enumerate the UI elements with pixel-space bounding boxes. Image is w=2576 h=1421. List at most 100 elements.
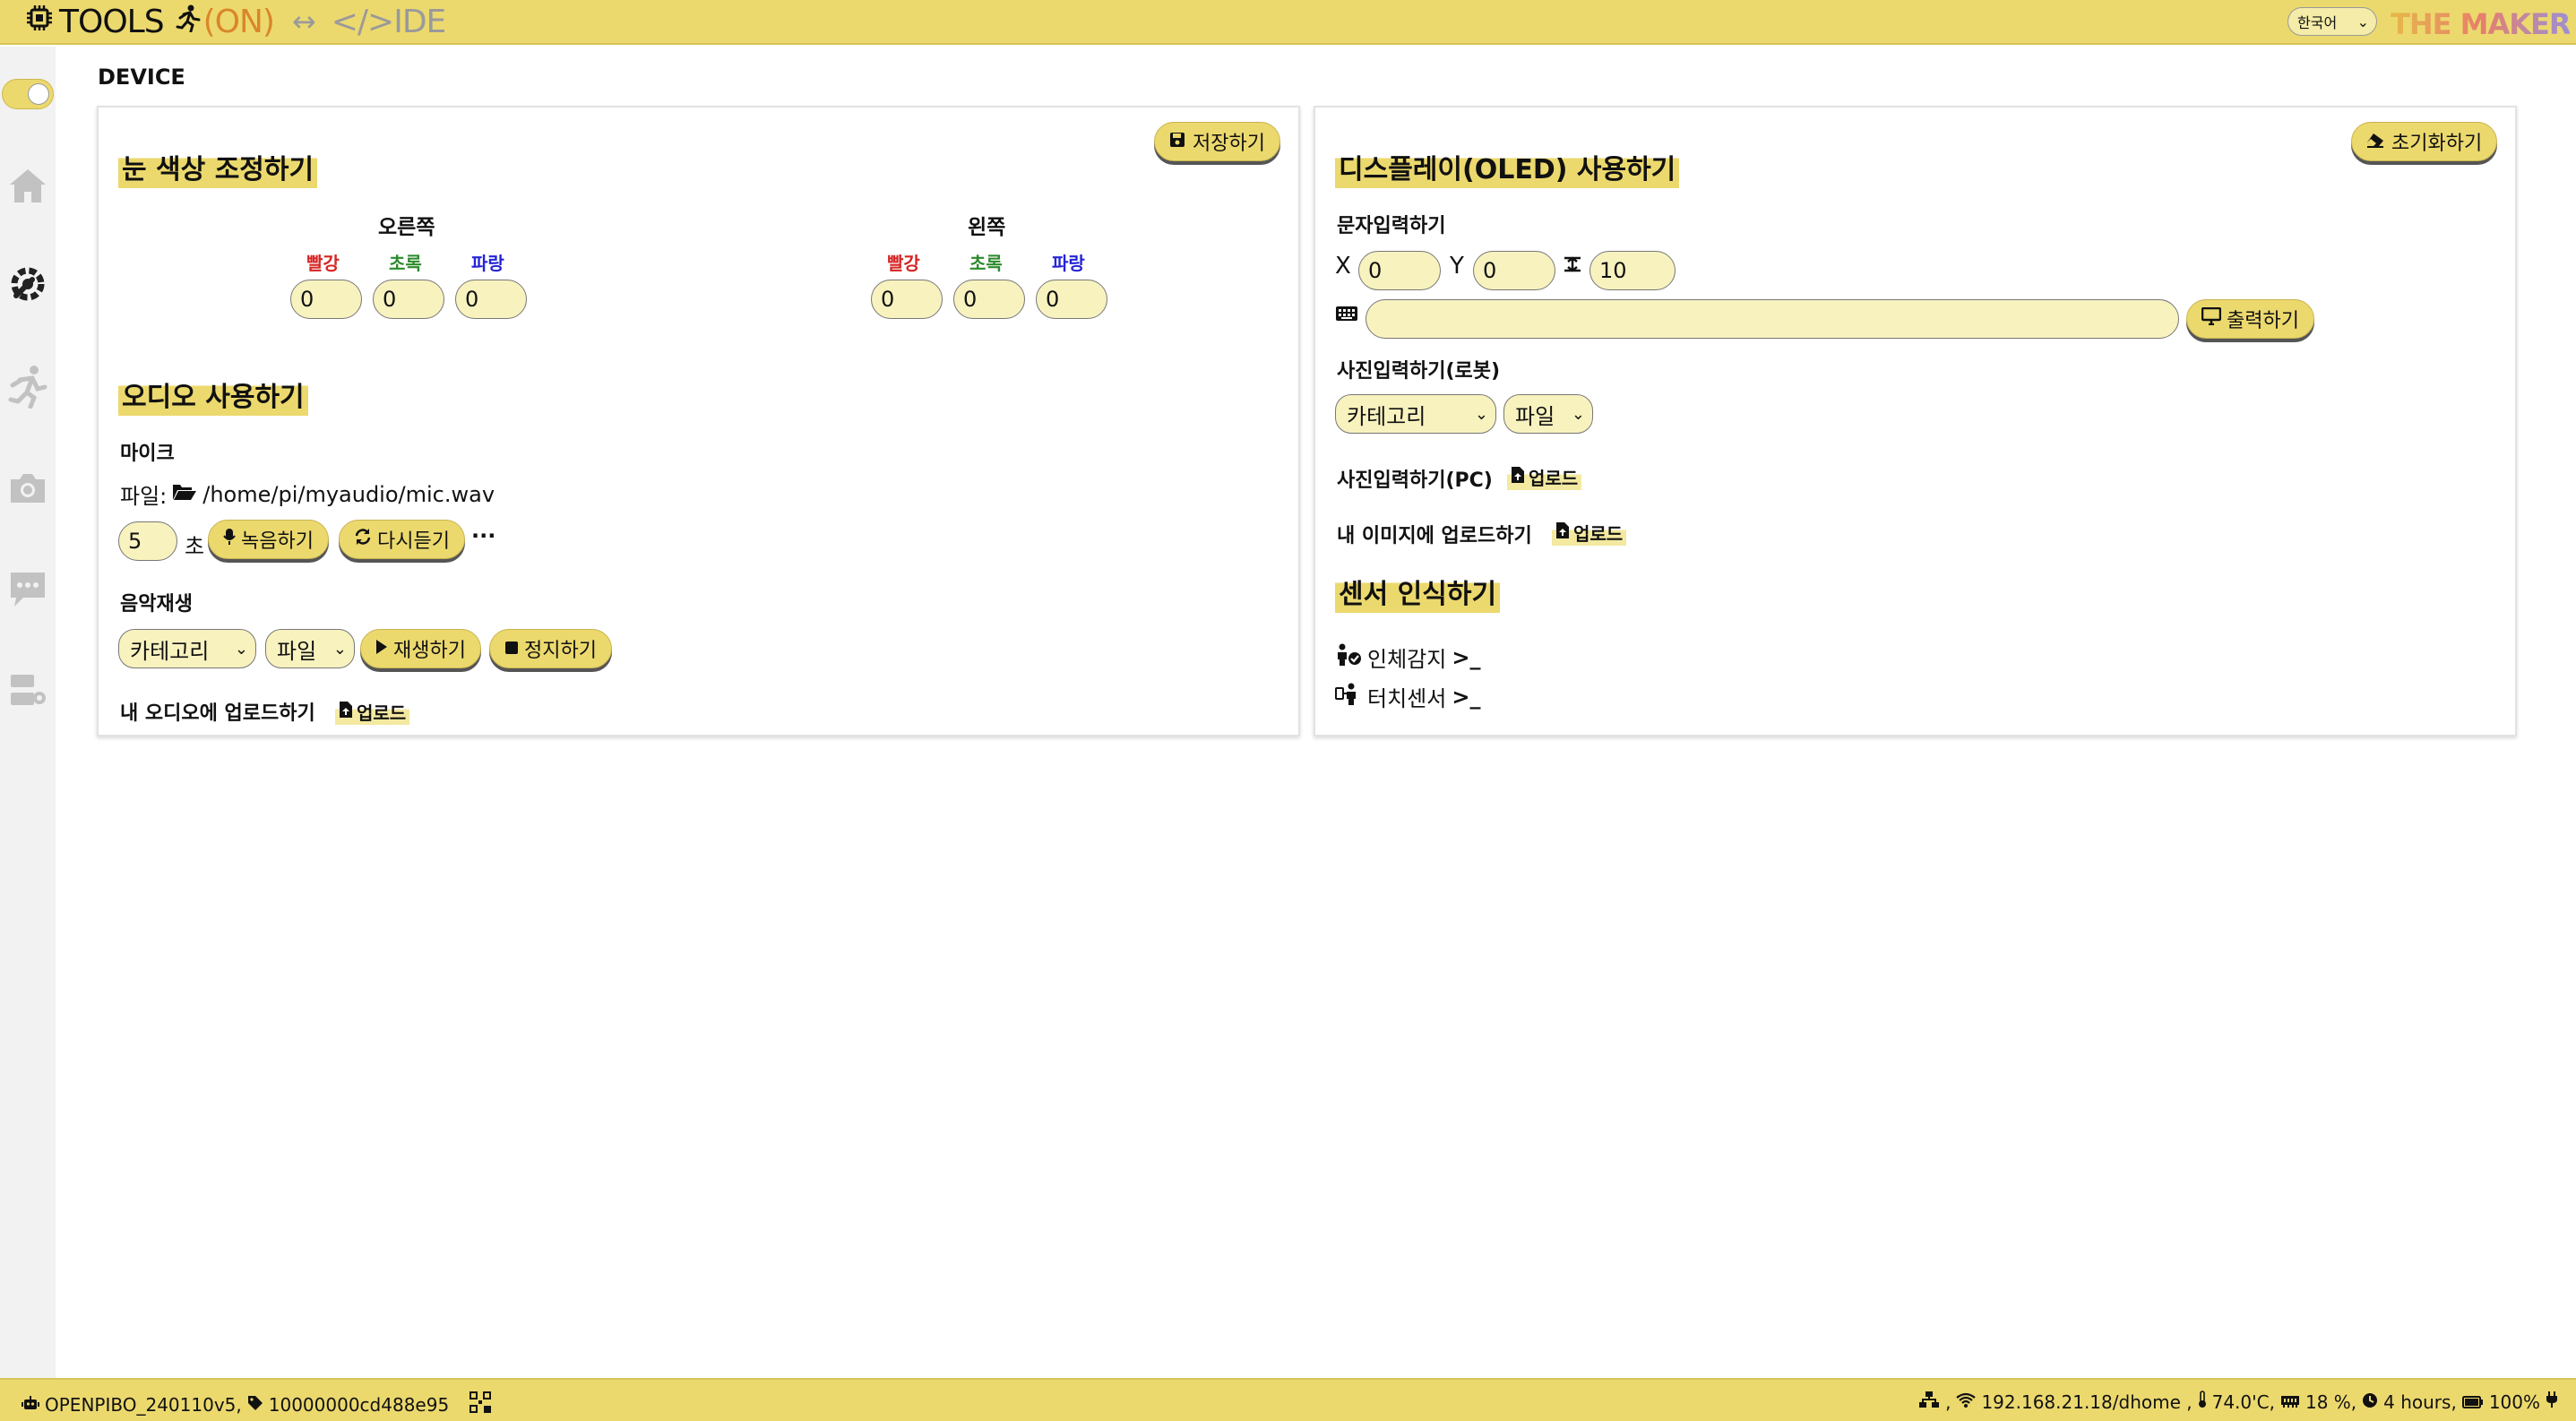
music-category-select[interactable]: 카테고리 ⌄ xyxy=(118,629,256,668)
left-green-label: 초록 xyxy=(969,253,1003,274)
device-version: OPENPIBO_240110v5, xyxy=(45,1393,242,1416)
replay-icon xyxy=(354,528,372,551)
seconds-label: 초 xyxy=(185,534,205,559)
sensor-title: 센서 인식하기 xyxy=(1335,570,1501,613)
brand: TOOLS (ON) ↔ </>IDE xyxy=(25,3,447,40)
x-input[interactable]: 0 xyxy=(1358,251,1441,290)
switch-arrow-icon[interactable]: ↔ xyxy=(292,4,316,39)
oled-text-input[interactable] xyxy=(1366,299,2179,339)
y-input[interactable]: 0 xyxy=(1473,251,1555,290)
maker-logo-image: THE MAKER xyxy=(2391,7,2572,41)
eraser-icon xyxy=(2366,131,2384,153)
manager-icon[interactable] xyxy=(5,668,50,713)
monitor-icon xyxy=(2201,306,2222,331)
stop-button[interactable]: 정지하기 xyxy=(489,629,612,668)
photo-robot-label: 사진입력하기(로봇) xyxy=(1337,360,1501,383)
ide-link[interactable]: </>IDE xyxy=(332,4,447,40)
print-button[interactable]: 출력하기 xyxy=(2186,299,2314,339)
folder-open-icon xyxy=(172,482,197,507)
my-image-upload-button[interactable]: 업로드 xyxy=(1552,520,1627,546)
page-title: DEVICE xyxy=(98,65,185,90)
file-upload-icon xyxy=(339,701,353,723)
chevron-down-icon: ⌄ xyxy=(1474,404,1488,424)
right-red-input[interactable]: 0 xyxy=(290,280,362,319)
status-left: OPENPIBO_240110v5, 10000000cd488e95 xyxy=(22,1391,492,1418)
status-bar: OPENPIBO_240110v5, 10000000cd488e95 , 19… xyxy=(0,1378,2576,1421)
left-green-input[interactable]: 0 xyxy=(953,280,1025,319)
memory-usage: 18 %, xyxy=(2305,1391,2357,1413)
uptime: 4 hours, xyxy=(2383,1391,2457,1413)
eye-color-title: 눈 색상 조정하기 xyxy=(118,145,318,188)
photo-pc-label: 사진입력하기(PC) xyxy=(1337,469,1493,492)
play-button[interactable]: 재생하기 xyxy=(360,629,481,668)
language-select[interactable]: 한국어 ⌄ xyxy=(2287,7,2377,36)
device-tools-icon[interactable] xyxy=(5,262,50,306)
file-upload-icon xyxy=(1511,466,1525,488)
battery-icon xyxy=(2461,1391,2484,1413)
music-play-label: 음악재생 xyxy=(120,593,193,616)
photo-file-select[interactable]: 파일 ⌄ xyxy=(1503,394,1593,434)
x-label: X xyxy=(1335,253,1351,280)
status-right: , 192.168.21.18/dhome , 74.0'C, 18 %, 4 … xyxy=(1918,1391,2558,1413)
right-red-label: 빨강 xyxy=(306,253,340,274)
display-sensor-card: 초기화하기 디스플레이(OLED) 사용하기 문자입력하기 X 0 Y 0 10… xyxy=(1314,106,2517,736)
left-eye-title: 왼쪽 xyxy=(968,216,1006,239)
file-label: 파일: xyxy=(120,484,168,509)
on-status: (ON) xyxy=(202,3,275,40)
right-green-label: 초록 xyxy=(389,253,422,274)
touch-person-icon xyxy=(1335,683,1362,711)
touch-sensor-label: 터치센서 xyxy=(1367,686,1447,711)
photo-file-value: 파일 xyxy=(1515,403,1555,429)
runner-icon xyxy=(175,4,202,40)
motion-icon[interactable] xyxy=(5,364,50,409)
terminal-icon: >_ xyxy=(1452,644,1481,670)
network-status: , xyxy=(1945,1391,1951,1413)
right-blue-input[interactable]: 0 xyxy=(455,280,527,319)
terminal-icon: >_ xyxy=(1452,684,1481,710)
tools-label[interactable]: TOOLS xyxy=(59,4,165,40)
replay-button[interactable]: 다시듣기 xyxy=(339,520,465,559)
left-blue-input[interactable]: 0 xyxy=(1036,280,1107,319)
music-file-select[interactable]: 파일 ⌄ xyxy=(265,629,355,668)
print-label: 출력하기 xyxy=(2227,310,2299,332)
chat-icon[interactable] xyxy=(5,566,50,611)
microphone-icon xyxy=(223,528,236,551)
audio-upload-button[interactable]: 업로드 xyxy=(335,699,410,725)
record-label: 녹음하기 xyxy=(241,530,314,553)
tags-icon xyxy=(247,1394,263,1416)
file-upload-icon xyxy=(1555,521,1570,544)
photo-pc-upload-button[interactable]: 업로드 xyxy=(1507,464,1582,490)
human-detect-row[interactable]: 인체감지 >_ xyxy=(1335,642,1480,673)
touch-sensor-row[interactable]: 터치센서 >_ xyxy=(1335,681,1480,712)
camera-icon[interactable] xyxy=(5,466,50,511)
reset-button[interactable]: 초기화하기 xyxy=(2351,122,2498,161)
stop-label: 정지하기 xyxy=(524,640,597,662)
more-options-icon[interactable]: ··· xyxy=(471,523,495,548)
home-icon[interactable] xyxy=(5,163,50,208)
qr-code-icon[interactable] xyxy=(469,1391,492,1418)
toggle-knob xyxy=(28,83,49,105)
top-bar: TOOLS (ON) ↔ </>IDE 한국어 ⌄ THE MAKER xyxy=(0,0,2576,45)
chip-icon xyxy=(25,4,54,40)
left-red-label: 빨강 xyxy=(887,253,920,274)
audio-upload-label: 업로드 xyxy=(357,702,407,724)
display-title: 디스플레이(OLED) 사용하기 xyxy=(1335,145,1680,188)
language-value: 한국어 xyxy=(2297,14,2338,31)
human-detect-label: 인체감지 xyxy=(1367,647,1447,672)
text-size-icon xyxy=(1563,254,1582,280)
photo-pc-upload-label: 업로드 xyxy=(1529,468,1579,489)
music-category-value: 카테고리 xyxy=(130,638,210,664)
record-duration-input[interactable]: 5 xyxy=(118,521,177,561)
text-input-label: 문자입력하기 xyxy=(1337,215,1446,237)
my-image-upload-label: 내 이미지에 업로드하기 xyxy=(1337,525,1532,547)
left-red-input[interactable]: 0 xyxy=(871,280,943,319)
svg-text:THE MAKER: THE MAKER xyxy=(2391,7,2570,41)
text-size-input[interactable]: 10 xyxy=(1590,251,1676,290)
right-green-input[interactable]: 0 xyxy=(373,280,444,319)
mode-toggle[interactable] xyxy=(2,79,54,109)
photo-category-select[interactable]: 카테고리 ⌄ xyxy=(1335,394,1496,434)
power-plug-icon xyxy=(2546,1391,2558,1413)
save-button[interactable]: 저장하기 xyxy=(1154,122,1280,161)
record-button[interactable]: 녹음하기 xyxy=(208,520,329,559)
mic-file-path[interactable]: /home/pi/myaudio/mic.wav xyxy=(202,482,495,507)
